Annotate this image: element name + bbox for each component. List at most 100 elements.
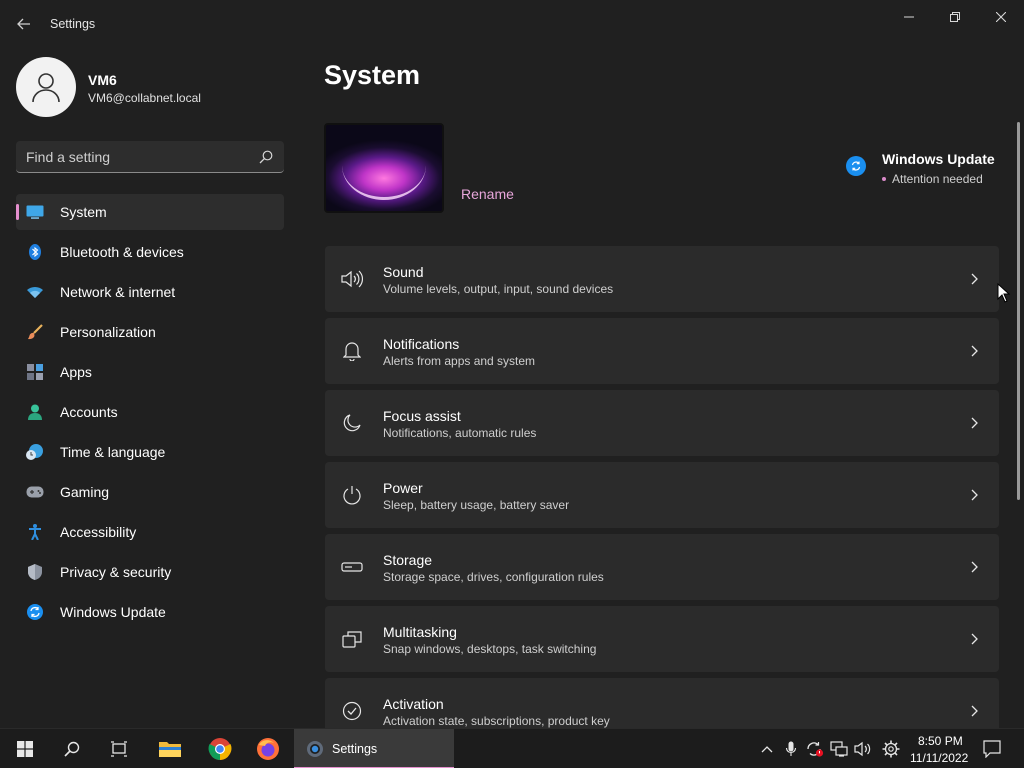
tray-microphone[interactable] — [779, 729, 803, 768]
taskbar-search-button[interactable] — [50, 729, 94, 768]
search-input[interactable] — [26, 141, 246, 172]
settings-card-multitasking[interactable]: Multitasking Snap windows, desktops, tas… — [325, 606, 999, 672]
sidebar-item-label: Network & internet — [60, 284, 176, 300]
brush-icon — [26, 324, 44, 340]
restore-icon — [950, 12, 960, 22]
sidebar-item-accounts[interactable]: Accounts — [16, 394, 284, 430]
rename-link[interactable]: Rename — [461, 186, 514, 202]
sidebar-item-label: Privacy & security — [60, 564, 172, 580]
scrollbar[interactable] — [1017, 122, 1020, 500]
sidebar-item-privacy[interactable]: Privacy & security — [16, 554, 284, 590]
sidebar-item-label: Personalization — [60, 324, 156, 340]
minimize-button[interactable] — [886, 6, 932, 28]
tray-sync-error[interactable] — [803, 729, 827, 768]
sidebar-item-network[interactable]: Network & internet — [16, 274, 284, 310]
sidebar-item-system[interactable]: System — [16, 194, 284, 230]
bluetooth-icon — [26, 244, 44, 260]
speaker-icon — [854, 741, 871, 757]
multitasking-icon — [341, 628, 363, 650]
sidebar-nav: System Bluetooth & devices Network & int… — [16, 194, 284, 634]
sidebar-item-bluetooth[interactable]: Bluetooth & devices — [16, 234, 284, 270]
search-icon[interactable] — [259, 150, 273, 164]
speaker-icon — [341, 268, 363, 290]
folder-icon — [159, 742, 181, 757]
chrome-icon — [208, 738, 232, 760]
settings-list: Sound Volume levels, output, input, soun… — [325, 246, 999, 728]
windows-update-title[interactable]: Windows Update — [882, 151, 995, 167]
taskbar-clock-date[interactable]: 11/11/2022 — [910, 751, 968, 765]
card-subtitle: Activation state, subscriptions, product… — [383, 714, 610, 728]
restore-button[interactable] — [932, 6, 978, 28]
card-subtitle: Snap windows, desktops, task switching — [383, 642, 597, 656]
sidebar-item-label: Gaming — [60, 484, 110, 500]
storage-icon — [341, 556, 363, 578]
taskbar-active-app-settings[interactable]: Settings — [294, 729, 454, 768]
card-subtitle: Volume levels, output, input, sound devi… — [383, 282, 614, 296]
windows-update-icon[interactable] — [846, 156, 866, 176]
network-icon — [830, 741, 848, 757]
sidebar-item-windows-update[interactable]: Windows Update — [16, 594, 284, 630]
taskbar-file-explorer[interactable] — [148, 729, 192, 768]
sidebar-item-apps[interactable]: Apps — [16, 354, 284, 390]
card-title: Sound — [383, 264, 424, 280]
back-arrow-icon — [17, 18, 30, 30]
start-button[interactable] — [3, 729, 47, 768]
taskbar-chrome[interactable] — [198, 729, 242, 768]
taskbar-firefox[interactable] — [246, 729, 290, 768]
show-hidden-icons-button[interactable] — [755, 729, 779, 768]
page-title: System — [324, 60, 421, 90]
search-icon — [64, 741, 80, 757]
check-circle-icon — [341, 700, 363, 722]
tray-volume[interactable] — [851, 729, 875, 768]
tray-settings[interactable] — [879, 729, 903, 768]
settings-card-storage[interactable]: Storage Storage space, drives, configura… — [325, 534, 999, 600]
status-dot — [882, 177, 886, 181]
card-subtitle: Sleep, battery usage, battery saver — [383, 498, 570, 512]
tray-network[interactable] — [827, 729, 851, 768]
user-name: VM6 — [88, 72, 117, 88]
card-title: Power — [383, 480, 423, 496]
gear-icon — [882, 740, 900, 758]
accessibility-icon — [26, 524, 44, 540]
sidebar-item-gaming[interactable]: Gaming — [16, 474, 284, 510]
sidebar-item-time-language[interactable]: Time & language — [16, 434, 284, 470]
person-icon — [26, 404, 44, 420]
clock-globe-icon — [26, 444, 44, 460]
chevron-right-icon — [969, 631, 981, 647]
bell-icon — [341, 340, 363, 362]
notification-center-button[interactable] — [980, 729, 1004, 768]
chevron-right-icon — [969, 487, 981, 503]
sidebar-item-label: Windows Update — [60, 604, 166, 620]
taskbar-clock-time[interactable]: 8:50 PM — [918, 734, 963, 748]
wifi-icon — [26, 284, 44, 300]
search-box[interactable] — [16, 141, 284, 173]
settings-card-sound[interactable]: Sound Volume levels, output, input, soun… — [325, 246, 999, 312]
card-title: Storage — [383, 552, 433, 568]
title-bar: Settings — [0, 0, 1024, 48]
avatar[interactable] — [16, 57, 76, 117]
sidebar-item-accessibility[interactable]: Accessibility — [16, 514, 284, 550]
windows-update-status: Attention needed — [892, 172, 983, 186]
sidebar-item-label: Accounts — [60, 404, 118, 420]
task-view-button[interactable] — [97, 729, 141, 768]
settings-card-activation[interactable]: Activation Activation state, subscriptio… — [325, 678, 999, 728]
task-view-icon — [111, 741, 127, 757]
close-button[interactable] — [978, 6, 1024, 28]
chevron-right-icon — [969, 415, 981, 431]
settings-card-focus-assist[interactable]: Focus assist Notifications, automatic ru… — [325, 390, 999, 456]
chevron-right-icon — [969, 271, 981, 287]
microphone-icon — [786, 741, 796, 756]
settings-card-notifications[interactable]: Notifications Alerts from apps and syste… — [325, 318, 999, 384]
device-wallpaper-thumbnail — [324, 123, 444, 213]
card-subtitle: Alerts from apps and system — [383, 354, 536, 368]
settings-card-power[interactable]: Power Sleep, battery usage, battery save… — [325, 462, 999, 528]
sidebar-item-personalization[interactable]: Personalization — [16, 314, 284, 350]
update-icon — [26, 604, 44, 620]
chevron-up-icon — [761, 746, 773, 753]
shield-icon — [26, 564, 44, 580]
close-icon — [996, 12, 1006, 22]
sidebar-item-label: Bluetooth & devices — [60, 244, 184, 260]
back-button[interactable] — [14, 14, 34, 34]
moon-icon — [341, 412, 363, 434]
card-subtitle: Storage space, drives, configuration rul… — [383, 570, 604, 584]
